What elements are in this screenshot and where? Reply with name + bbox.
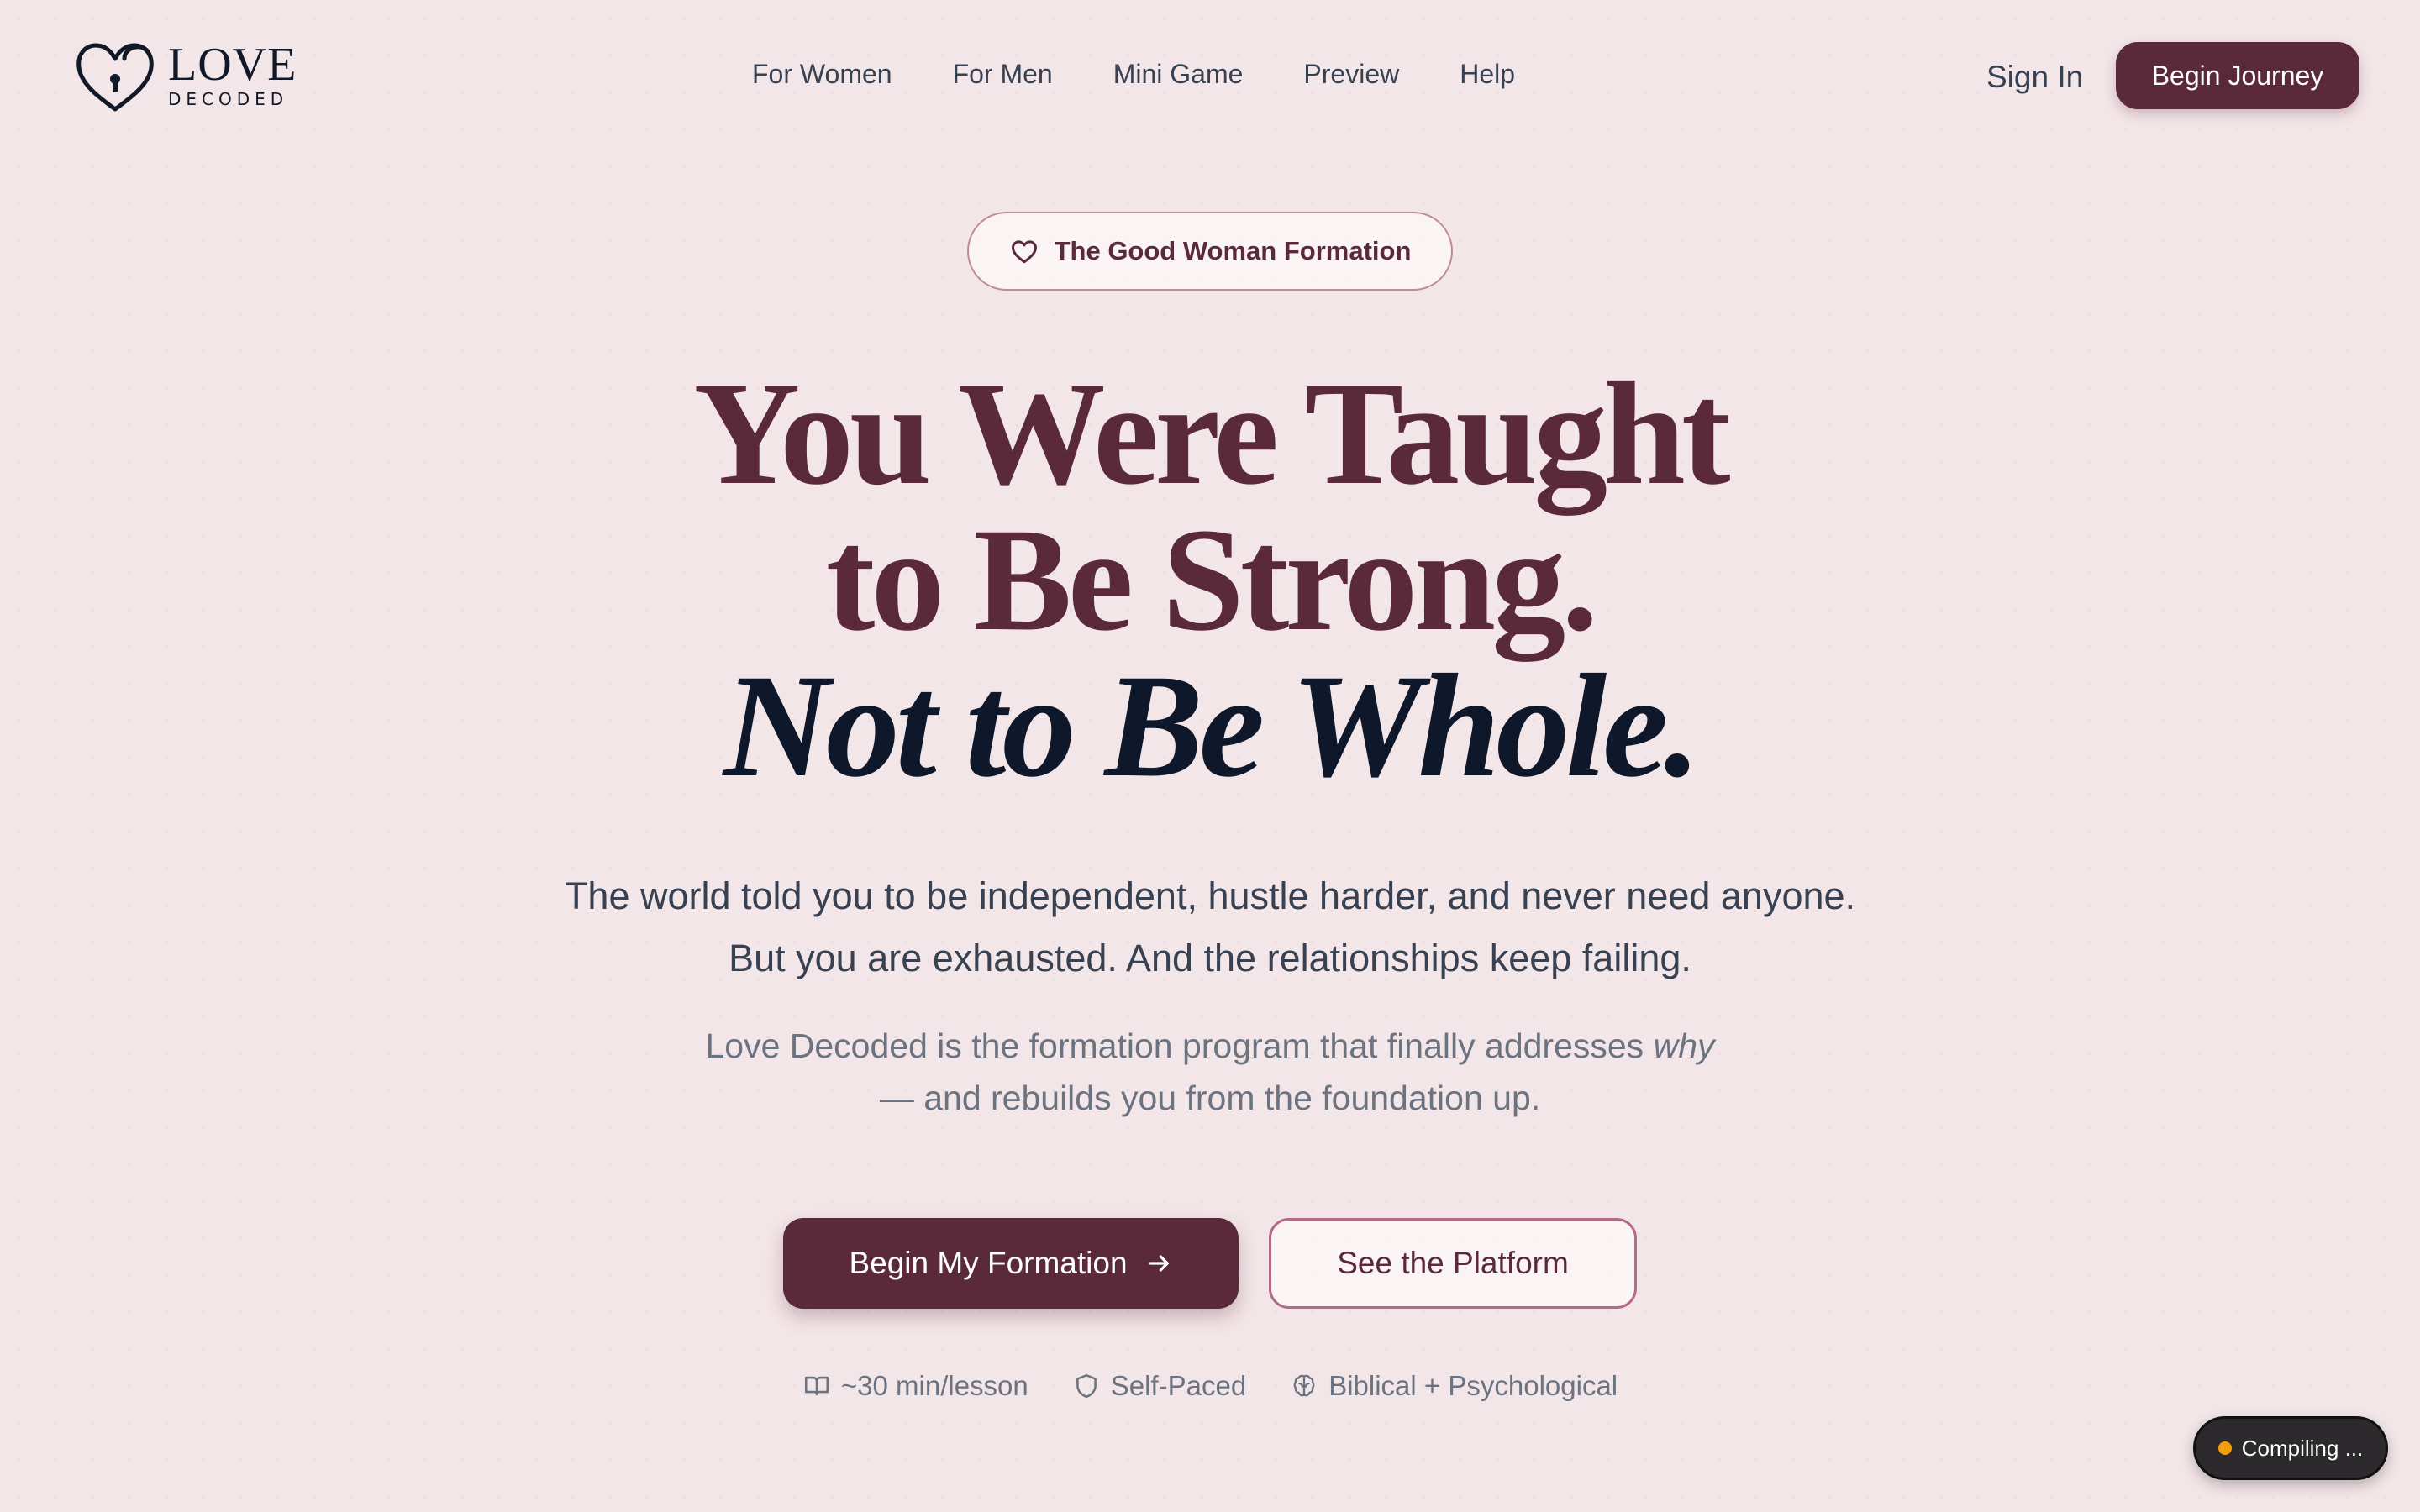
headline-line-2: to Be Strong. — [825, 498, 1598, 662]
heart-icon — [1011, 240, 1037, 264]
logo[interactable]: LOVE DECODED — [74, 37, 297, 114]
badge-label: The Good Woman Formation — [1054, 236, 1412, 265]
sub-text-after: — and rebuilds you from the foundation u… — [879, 1079, 1541, 1117]
shield-icon — [1076, 1373, 1097, 1399]
hero-lead-text: The world told you to be independent, hu… — [564, 874, 1856, 979]
main-nav: For Women For Men Mini Game Preview Help — [752, 54, 1515, 94]
status-dot — [2217, 1441, 2232, 1455]
headline-line-1: You Were Taught — [693, 352, 1730, 516]
arrow-right-icon — [1149, 1255, 1169, 1272]
feature-item-approach: Biblical + Psychological — [1290, 1368, 1618, 1404]
sign-in-link[interactable]: Sign In — [1986, 57, 2083, 97]
logo-text: LOVE DECODED — [168, 39, 297, 109]
feature-label: Self-Paced — [1110, 1370, 1247, 1401]
hero-badge: The Good Woman Formation — [967, 212, 1453, 291]
begin-my-formation-label: Begin My Formation — [849, 1246, 1128, 1280]
nav-link-help[interactable]: Help — [1460, 54, 1515, 94]
nav-link-mini-game[interactable]: Mini Game — [1113, 54, 1244, 94]
begin-my-formation-button[interactable]: Begin My Formation — [783, 1218, 1239, 1309]
feature-label: Biblical + Psychological — [1328, 1370, 1618, 1401]
site-header: LOVE DECODED For Women For Men Mini Game… — [0, 0, 2420, 151]
see-the-platform-button[interactable]: See the Platform — [1269, 1218, 1637, 1309]
logo-subtitle: DECODED — [168, 89, 289, 109]
hero-headline: You Were Taught to Be Strong. Not to Be … — [0, 352, 2420, 808]
feature-label: ~30 min/lesson — [840, 1370, 1028, 1401]
feature-item-self-paced: Self-Paced — [1072, 1368, 1246, 1404]
nav-link-for-women[interactable]: For Women — [752, 54, 892, 94]
feature-item-lesson-length: ~30 min/lesson — [802, 1368, 1028, 1404]
heart-lock-icon — [76, 43, 154, 112]
compiling-status-label: Compiling ... — [2241, 1435, 2364, 1461]
compiling-status-indicator: Compiling ... — [2193, 1416, 2388, 1480]
sub-text-emphasis: why — [1653, 1026, 1715, 1065]
feature-list: ~30 min/lesson Self-Paced Biblical + Psy… — [0, 1368, 2420, 1404]
hero-sub-text: Love Decoded is the formation program th… — [622, 1020, 1798, 1124]
brain-icon — [1293, 1374, 1315, 1397]
nav-link-for-men[interactable]: For Men — [953, 54, 1053, 94]
sub-text-before: Love Decoded is the formation program th… — [705, 1026, 1644, 1065]
begin-journey-button[interactable]: Begin Journey — [2116, 42, 2360, 109]
headline-line-3: Not to Be Whole. — [723, 644, 1702, 808]
nav-link-preview[interactable]: Preview — [1303, 54, 1399, 94]
logo-word: LOVE — [168, 39, 297, 91]
book-icon — [804, 1376, 829, 1396]
